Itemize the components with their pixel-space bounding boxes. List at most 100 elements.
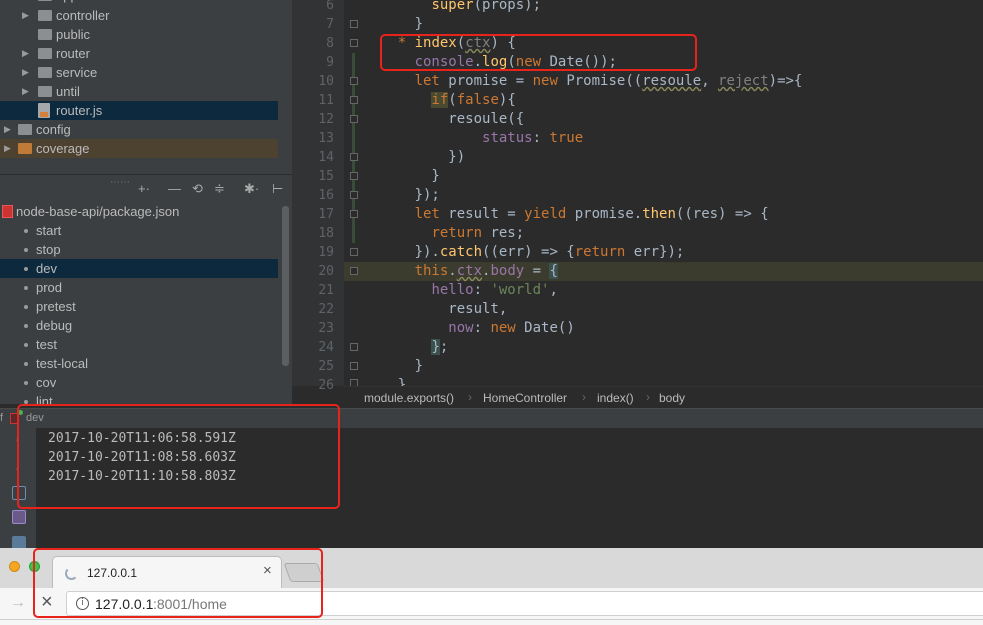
fold-marker-icon[interactable] [350, 191, 358, 199]
code-line: }) [364, 149, 466, 165]
fold-marker-icon[interactable] [350, 248, 358, 256]
settings-icon[interactable]: ✱· [244, 181, 259, 197]
collapsed-arrow-icon[interactable]: ▶ [22, 6, 29, 25]
line-number: 18 [318, 226, 334, 241]
tree-item-public[interactable]: public [0, 25, 292, 44]
fold-marker-icon[interactable] [350, 39, 358, 47]
annotation-box-output [17, 404, 340, 509]
npm-script-start[interactable]: start [0, 221, 278, 240]
bullet-icon [24, 381, 28, 385]
tree-item-coverage[interactable]: ▶ coverage [0, 139, 278, 158]
forward-arrow-icon[interactable]: → [10, 594, 26, 612]
breadcrumb-item[interactable]: module.exports() [364, 391, 454, 405]
fold-marker-icon[interactable] [350, 362, 358, 370]
collapse-icon[interactable]: — [168, 181, 181, 196]
line-number: 17 [318, 207, 334, 222]
line-number: 15 [318, 169, 334, 184]
tree-item-service[interactable]: ▶ service [0, 63, 292, 82]
code-line: }); [364, 187, 440, 203]
npm-package-node[interactable]: node-base-api/package.json [0, 204, 278, 221]
code-line: } [364, 358, 424, 374]
code-line: return res; [431, 225, 525, 241]
npm-script-lint[interactable]: lint [0, 392, 278, 404]
sync-icon[interactable]: ⟲ [192, 181, 203, 197]
bullet-icon [24, 248, 28, 252]
expand-icon[interactable]: +· [138, 181, 150, 196]
annotation-box-console-log [380, 34, 697, 71]
code-line: } [364, 377, 407, 386]
npm-script-dev[interactable]: dev [0, 259, 278, 278]
breadcrumb-item[interactable]: index() [597, 391, 634, 405]
expand-arrow-icon[interactable]: ▼ [22, 0, 31, 5]
line-number: 14 [318, 150, 334, 165]
fold-marker-icon[interactable] [350, 172, 358, 180]
bullet-icon [24, 324, 28, 328]
line-number: 7 [326, 17, 334, 32]
npm-script-debug[interactable]: debug [0, 316, 278, 335]
npm-script-stop[interactable]: stop [0, 240, 278, 259]
run-label-icon: f [0, 412, 4, 424]
collapsed-arrow-icon[interactable]: ▶ [22, 63, 29, 82]
breadcrumb: module.exports() › HomeController › inde… [344, 386, 983, 408]
line-number: 19 [318, 245, 334, 260]
bullet-icon [24, 305, 28, 309]
tree-item-app[interactable]: ▼ app [0, 0, 292, 5]
collapsed-arrow-icon[interactable]: ▶ [22, 44, 29, 63]
folder-icon [38, 10, 52, 21]
scroll-end-icon[interactable] [12, 510, 26, 524]
minimize-window-icon[interactable] [9, 561, 20, 572]
line-number: 12 [318, 112, 334, 127]
line-number: 21 [318, 283, 334, 298]
npm-script-prod[interactable]: prod [0, 278, 278, 297]
fold-marker-icon[interactable] [350, 210, 358, 218]
folder-icon [18, 143, 32, 154]
code-line: status: true [482, 130, 584, 146]
fold-marker-icon[interactable] [350, 153, 358, 161]
line-number: 24 [318, 340, 334, 355]
fold-marker-icon[interactable] [350, 96, 358, 104]
npm-icon [2, 205, 13, 218]
breadcrumb-item[interactable]: body [659, 391, 685, 405]
js-file-icon [38, 103, 50, 118]
breadcrumb-item[interactable]: HomeController [483, 391, 567, 405]
line-number: 9 [326, 55, 334, 70]
project-tree: ▼ app ▶ controller public ▶ router ▶ ser… [0, 0, 292, 174]
bookmarks-bar [0, 620, 983, 625]
folder-icon [38, 29, 52, 40]
resize-handle-icon[interactable]: ⋯⋯ [110, 177, 130, 188]
fold-marker-icon[interactable] [350, 343, 358, 351]
pin-icon[interactable]: ⊢ [272, 181, 283, 197]
fold-marker-icon[interactable] [350, 267, 358, 275]
npm-script-cov[interactable]: cov [0, 373, 278, 392]
line-number: 8 [326, 36, 334, 51]
tree-item-until[interactable]: ▶ until [0, 82, 292, 101]
npm-script-test-local[interactable]: test-local [0, 354, 278, 373]
bullet-icon [24, 229, 28, 233]
collapsed-arrow-icon[interactable]: ▶ [4, 139, 11, 158]
npm-scrollbar[interactable] [282, 206, 289, 366]
line-number: 6 [326, 0, 334, 13]
bullet-icon [24, 343, 28, 347]
code-line: }; [431, 339, 449, 355]
tree-item-config[interactable]: ▶ config [0, 120, 292, 139]
line-number: 23 [318, 321, 334, 336]
npm-script-test[interactable]: test [0, 335, 278, 354]
tree-item-router[interactable]: ▶ router [0, 44, 292, 63]
fold-marker-icon[interactable] [350, 115, 358, 123]
tree-item-router-js[interactable]: router.js [0, 101, 278, 120]
filter-icon[interactable]: ≑ [214, 181, 225, 197]
collapsed-arrow-icon[interactable]: ▶ [22, 82, 29, 101]
tree-item-controller[interactable]: ▶ controller [0, 6, 292, 25]
code-line: resoule({ [364, 111, 525, 127]
code-line: } [364, 16, 424, 32]
line-number: 20 [318, 264, 334, 279]
npm-script-pretest[interactable]: pretest [0, 297, 278, 316]
folder-icon [38, 0, 52, 1]
folder-icon [38, 67, 52, 78]
fold-marker-icon[interactable] [350, 77, 358, 85]
code-line: now: new Date() [448, 320, 575, 336]
line-number: 11 [318, 93, 334, 108]
code-line: hello: 'world', [431, 282, 558, 298]
collapsed-arrow-icon[interactable]: ▶ [4, 120, 11, 139]
fold-marker-icon[interactable] [350, 20, 358, 28]
